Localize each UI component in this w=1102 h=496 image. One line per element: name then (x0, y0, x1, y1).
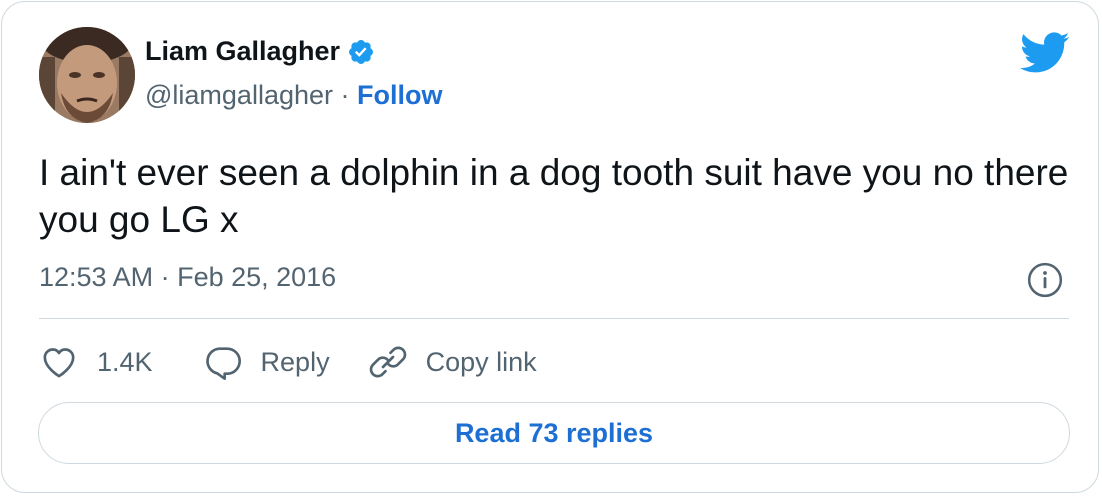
copy-link-button[interactable]: Copy link (368, 342, 537, 382)
action-bar: 1.4K Reply Copy link (39, 342, 537, 382)
author-name-row: Liam Gallagher (145, 36, 375, 67)
info-icon[interactable] (1026, 261, 1064, 299)
reply-button[interactable]: Reply (203, 342, 330, 382)
verified-badge-icon (349, 39, 374, 64)
author-handle-row: @liamgallagher · Follow (145, 80, 443, 111)
tweet-text: I ain't ever seen a dolphin in a dog too… (39, 152, 1069, 240)
like-count: 1.4K (97, 346, 153, 377)
read-replies-button[interactable]: Read 73 replies (38, 402, 1070, 464)
divider (39, 318, 1069, 319)
handle-separator: · (340, 80, 358, 110)
like-button[interactable]: 1.4K (39, 342, 153, 382)
author-handle[interactable]: @liamgallagher (145, 80, 333, 110)
tweet-card: Liam Gallagher @liamgallagher · Follow I… (1, 1, 1099, 493)
follow-button[interactable]: Follow (357, 80, 442, 110)
twitter-bird-icon[interactable] (1020, 32, 1070, 74)
copy-link-label: Copy link (425, 346, 537, 377)
tweet-timestamp[interactable]: 12:53 AM · Feb 25, 2016 (39, 262, 336, 293)
link-icon (369, 346, 406, 378)
reply-bubble-icon (205, 347, 241, 380)
avatar[interactable] (39, 27, 135, 123)
reply-label: Reply (260, 346, 330, 377)
avatar-photo (39, 27, 135, 123)
heart-icon (43, 348, 75, 378)
author-name[interactable]: Liam Gallagher (145, 36, 340, 67)
